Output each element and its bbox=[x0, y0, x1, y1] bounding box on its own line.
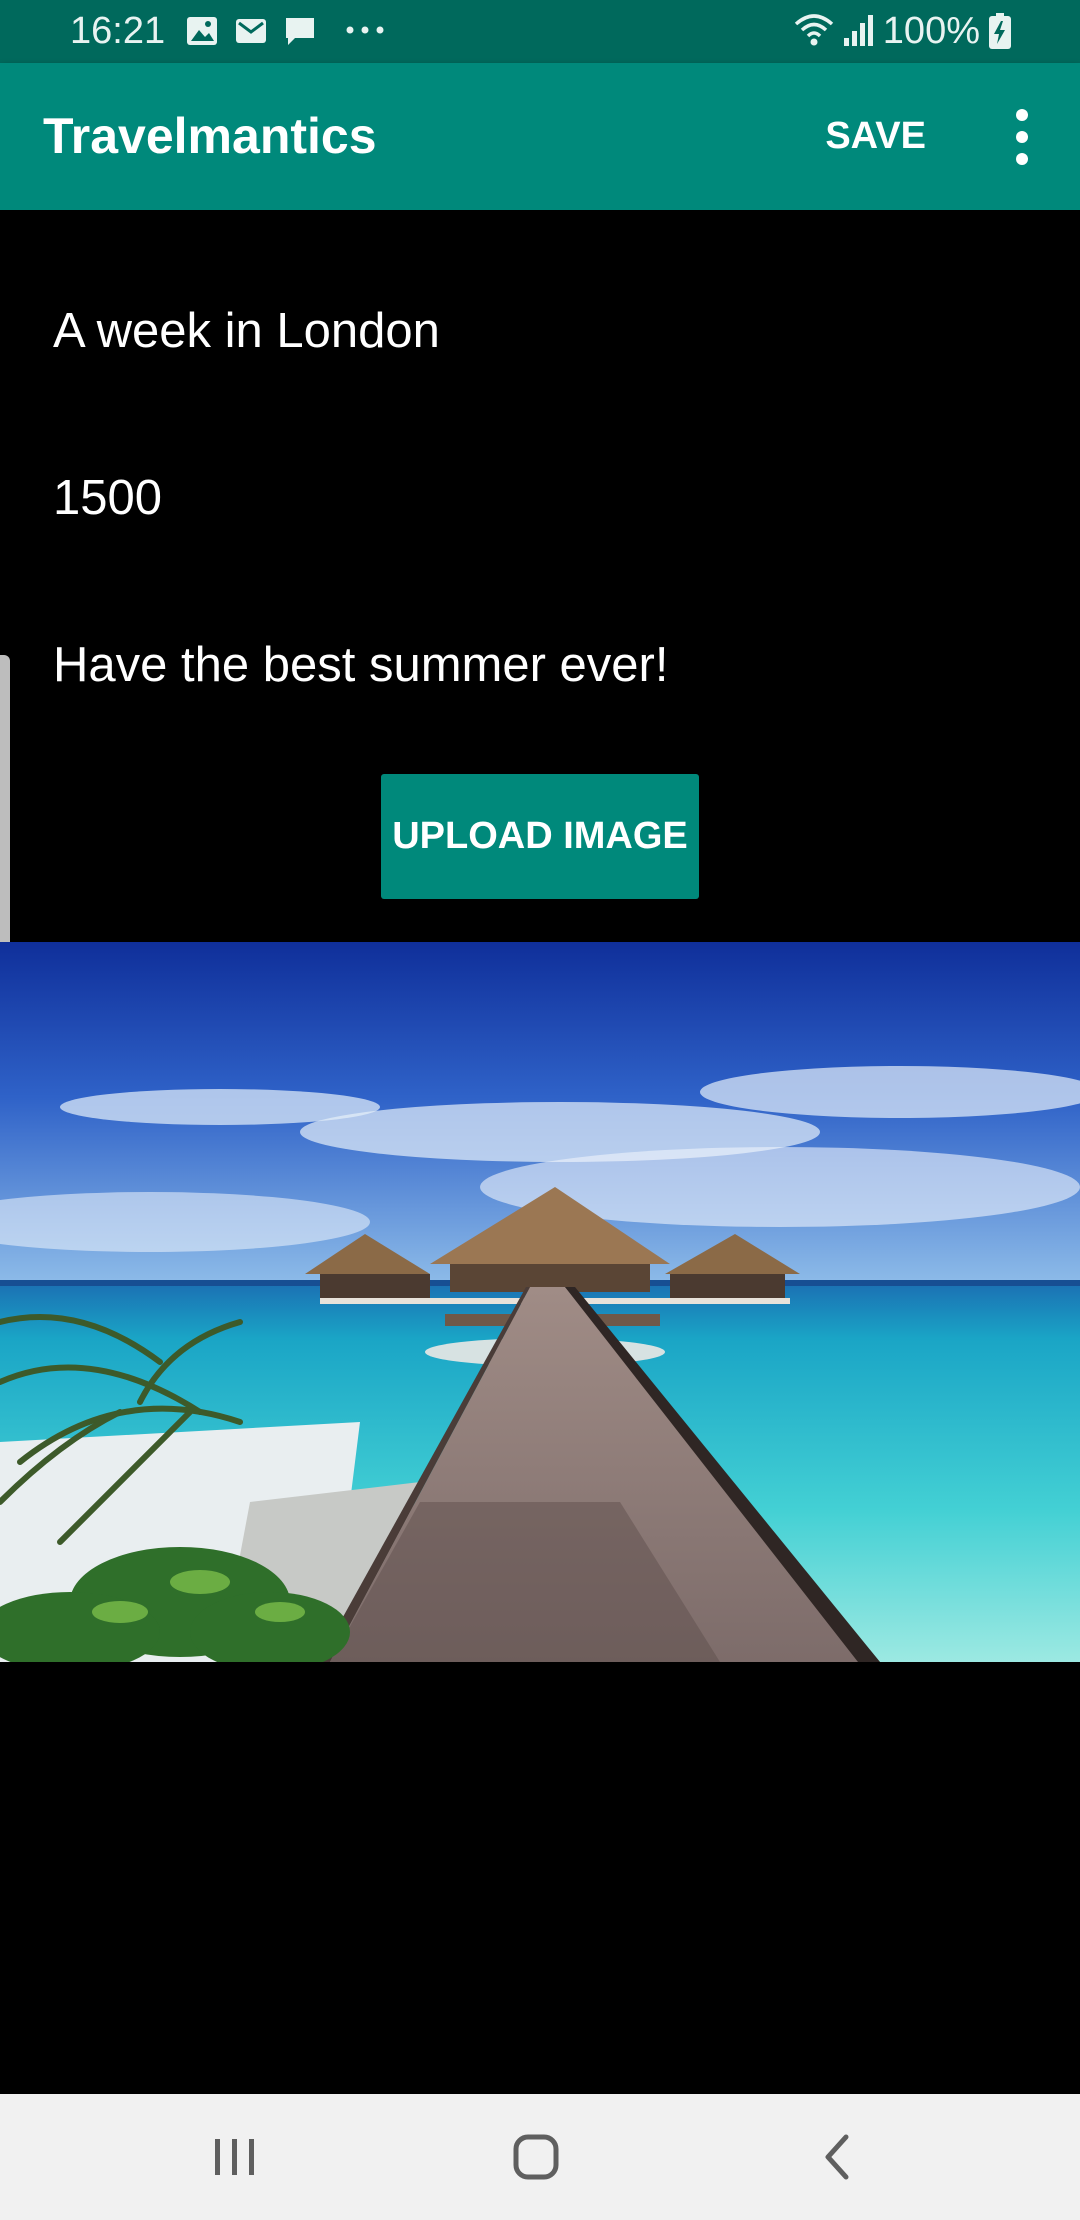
app-title: Travelmantics bbox=[43, 108, 377, 164]
save-button[interactable]: SAVE bbox=[811, 63, 940, 210]
status-time: 16:21 bbox=[70, 10, 166, 52]
recents-icon[interactable] bbox=[205, 2127, 265, 2187]
app-bar: Travelmantics SAVE bbox=[0, 63, 1080, 210]
title-field[interactable]: A week in London bbox=[53, 303, 440, 359]
battery-charging-icon bbox=[988, 12, 1012, 55]
battery-percent: 100% bbox=[882, 10, 980, 52]
wifi-icon bbox=[794, 12, 834, 53]
navigation-bar bbox=[0, 2094, 1080, 2220]
signal-icon bbox=[842, 12, 876, 53]
status-bar: 16:21 100% bbox=[0, 0, 1080, 63]
deal-image bbox=[0, 942, 1080, 1662]
price-field[interactable]: 1500 bbox=[53, 470, 162, 526]
image-icon bbox=[185, 14, 219, 53]
more-vert-icon[interactable] bbox=[984, 99, 1060, 175]
description-field[interactable]: Have the best summer ever! bbox=[53, 637, 668, 693]
chat-icon bbox=[283, 14, 317, 53]
home-icon[interactable] bbox=[506, 2127, 566, 2187]
back-icon[interactable] bbox=[808, 2127, 868, 2187]
upload-image-button[interactable]: UPLOAD IMAGE bbox=[381, 774, 699, 899]
mail-icon bbox=[234, 14, 268, 53]
more-dots-icon bbox=[345, 22, 385, 43]
